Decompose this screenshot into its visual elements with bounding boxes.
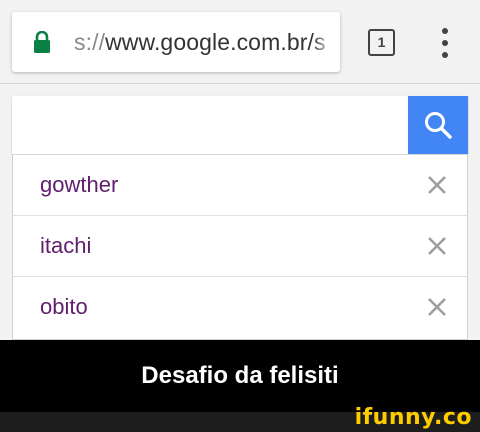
suggestion-item[interactable]: itachi xyxy=(13,215,467,276)
suggestion-item[interactable]: gowther xyxy=(13,154,467,215)
close-icon[interactable] xyxy=(427,297,447,317)
close-icon[interactable] xyxy=(427,175,447,195)
tab-switcher-button[interactable]: 1 xyxy=(368,29,395,56)
search-button[interactable] xyxy=(408,96,468,154)
url-scheme: s:// xyxy=(74,29,106,55)
search-box xyxy=(12,96,468,154)
ifunny-watermark: ifunny.co xyxy=(354,405,472,430)
watermark-bar: ifunny.co xyxy=(0,405,480,432)
close-icon[interactable] xyxy=(427,236,447,256)
suggestion-label[interactable]: gowther xyxy=(40,172,118,198)
suggestion-label[interactable]: itachi xyxy=(40,233,91,259)
more-vert-icon[interactable] xyxy=(436,27,454,59)
browser-toolbar: s://www.google.com.br/s 1 xyxy=(0,0,480,84)
url-host: www.google.com.br/s xyxy=(105,29,326,55)
lock-icon xyxy=(34,31,50,53)
url-text: s://www.google.com.br/s xyxy=(74,29,326,56)
screenshot: s://www.google.com.br/s 1 gowther itachi… xyxy=(0,0,480,432)
meme-caption: Desafio da felisiti xyxy=(0,340,480,412)
search-icon xyxy=(425,112,452,139)
suggestion-item[interactable]: obito xyxy=(13,276,467,337)
address-bar[interactable]: s://www.google.com.br/s xyxy=(12,12,340,72)
suggestion-list: gowther itachi obito xyxy=(12,154,468,340)
suggestion-label[interactable]: obito xyxy=(40,294,88,320)
caption-text: Desafio da felisiti xyxy=(141,362,339,389)
url-fade xyxy=(312,12,340,72)
search-input[interactable] xyxy=(12,96,408,154)
